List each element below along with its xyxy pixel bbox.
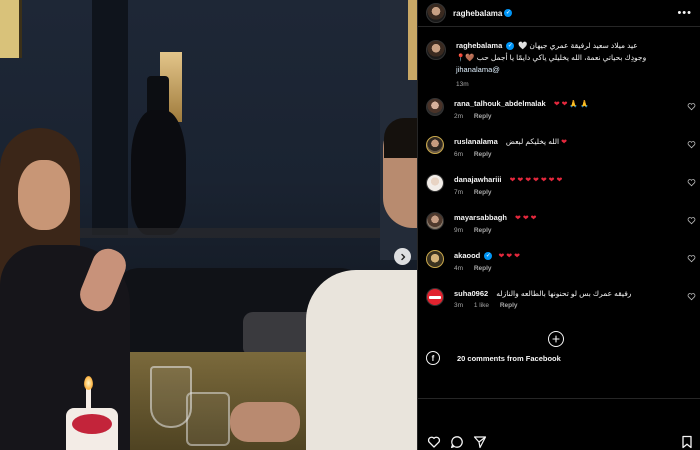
comment-text: رفيقه عمرك بس لو تحنونها بالطالعه والناز… [496, 289, 632, 298]
heart-outline-icon[interactable] [687, 178, 696, 187]
reply-button[interactable]: Reply [474, 151, 492, 158]
comment-emoji: ❤ ❤ ❤ [498, 253, 520, 260]
post-image [0, 0, 417, 450]
reply-button[interactable]: Reply [474, 227, 492, 234]
comment-username[interactable]: danajawhariii [454, 175, 502, 184]
photo-man-hair [384, 118, 417, 158]
comment-icon[interactable] [450, 435, 464, 449]
comment-emoji: ❤ ❤ ❤ ❤ ❤ ❤ ❤ [509, 177, 563, 184]
caption-time: 13m [456, 81, 469, 88]
comment-item: danajawhariii ❤ ❤ ❤ ❤ ❤ ❤ ❤ 7m Reply [418, 174, 700, 196]
facebook-icon: f [426, 351, 440, 365]
share-icon[interactable] [473, 435, 487, 449]
caption-line-2: وجودِك بحياتي نعمة، الله يخليلي ياكي داي… [456, 53, 647, 62]
comment-username[interactable]: mayarsabbagh [454, 213, 507, 222]
comment-likes[interactable]: 1 like [474, 302, 489, 309]
post-side-panel: raghebalama ✓ ••• raghebalama ✓ عيد ميلا… [417, 0, 700, 450]
comment-avatar[interactable] [426, 212, 444, 230]
comment-item: suha0962 رفيقه عمرك بس لو تحنونها بالطال… [418, 288, 700, 309]
comment-emoji: ❤ ❤ ❤ [515, 215, 537, 222]
comment-username[interactable]: akaood [454, 251, 480, 260]
reply-button[interactable]: Reply [474, 189, 492, 196]
verified-badge-icon: ✓ [484, 252, 493, 261]
comment-time: 7m [454, 189, 464, 196]
comment-item: ruslanalama الله يخليكم لبعض ❤ 6m Reply [418, 136, 700, 158]
author-avatar[interactable] [426, 3, 446, 23]
heart-outline-icon[interactable] [687, 102, 696, 111]
post-header: raghebalama ✓ ••• [418, 0, 700, 27]
reply-button[interactable]: Reply [474, 265, 492, 272]
facebook-comments-link[interactable]: 20 comments from Facebook [457, 354, 561, 363]
caption-username[interactable]: raghebalama [456, 41, 502, 50]
verified-badge-icon: ✓ [504, 9, 513, 17]
comment-time: 3m [454, 302, 464, 309]
reply-button[interactable]: Reply [474, 113, 492, 120]
photo-candle [86, 388, 91, 410]
comment-item: rana_talhouk_abdelmalak ❤ ❤ 🙏 🙏 2m Reply [418, 98, 700, 120]
comment-emoji: ❤ [561, 139, 568, 146]
verified-badge-icon: ✓ [506, 42, 515, 51]
avatar-logo-mark [429, 295, 441, 299]
heart-outline-icon[interactable] [687, 140, 696, 149]
comment-time: 4m [454, 265, 464, 272]
comment-avatar[interactable] [426, 98, 444, 116]
load-more-comments-button[interactable] [548, 331, 564, 347]
facebook-comments-row[interactable]: f 20 comments from Facebook [426, 351, 561, 365]
comment-item: akaood ✓ ❤ ❤ ❤ 4m Reply [418, 250, 700, 272]
comment-username[interactable]: rana_talhouk_abdelmalak [454, 99, 546, 108]
comment-item: mayarsabbagh ❤ ❤ ❤ 9m Reply [418, 212, 700, 234]
heart-outline-icon[interactable] [427, 435, 441, 449]
comment-emoji: ❤ ❤ 🙏 🙏 [553, 101, 589, 108]
photo-window-right [408, 0, 417, 80]
comment-avatar[interactable] [426, 136, 444, 154]
author-username[interactable]: raghebalama [453, 9, 502, 18]
more-options-icon[interactable]: ••• [677, 7, 692, 19]
photo-woman-face [18, 160, 70, 230]
comment-username[interactable]: ruslanalama [454, 137, 498, 146]
next-image-button[interactable] [394, 248, 411, 265]
chevron-right-icon [400, 253, 405, 260]
comment-time: 6m [454, 151, 464, 158]
caption-avatar[interactable] [426, 40, 446, 60]
comment-username[interactable]: suha0962 [454, 289, 488, 298]
comments-list[interactable]: raghebalama ✓ عيد ميلاد سعيد لرفيقة عمري… [418, 28, 700, 398]
photo-man-hand [230, 402, 300, 442]
photo-doorway [92, 0, 128, 235]
comment-time: 2m [454, 113, 464, 120]
reply-button[interactable]: Reply [500, 302, 518, 309]
photo-window [0, 0, 22, 58]
heart-outline-icon[interactable] [687, 292, 696, 301]
photo-vase [131, 110, 186, 235]
comment-text: الله يخليكم لبعض [505, 137, 560, 146]
photo-cake-topping [72, 414, 112, 434]
heart-outline-icon[interactable] [687, 254, 696, 263]
post-caption: raghebalama ✓ عيد ميلاد سعيد لرفيقة عمري… [418, 28, 700, 91]
comment-avatar[interactable] [426, 288, 444, 306]
plus-icon [552, 335, 560, 343]
photo-man [306, 270, 417, 450]
comment-avatar[interactable] [426, 250, 444, 268]
bookmark-icon[interactable] [680, 435, 694, 449]
photo-water-glass [186, 392, 230, 446]
comment-time: 9m [454, 227, 464, 234]
comment-avatar[interactable] [426, 174, 444, 192]
action-bar [418, 398, 700, 450]
caption-mention[interactable]: @jihanalama [456, 64, 692, 76]
heart-outline-icon[interactable] [687, 216, 696, 225]
photo-candle-flame [84, 376, 93, 390]
